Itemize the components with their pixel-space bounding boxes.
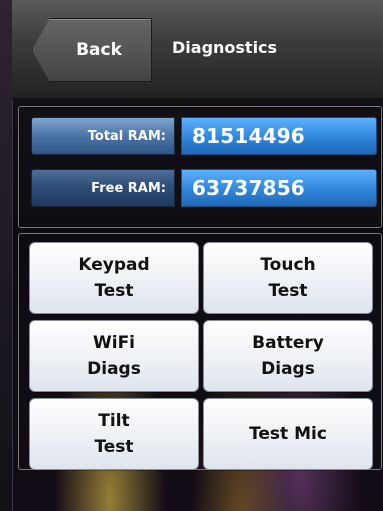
battery-diags-button[interactable]: Battery Diags xyxy=(203,320,373,392)
diagnostics-buttons-grid: Keypad Test Touch Test WiFi Diags Batter… xyxy=(18,233,382,470)
header-bar: Back Diagnostics xyxy=(12,0,383,99)
touch-test-line2: Test xyxy=(268,281,308,301)
keypad-test-line2: Test xyxy=(94,281,134,301)
back-button-label: Back xyxy=(76,40,122,60)
test-mic-label: Test Mic xyxy=(249,424,327,444)
wifi-diags-button[interactable]: WiFi Diags xyxy=(29,320,199,392)
ram-panel: Total RAM: 81514496 Free RAM: 63737856 xyxy=(18,106,382,228)
back-button[interactable]: Back xyxy=(32,18,152,82)
touch-test-line1: Touch xyxy=(260,255,316,275)
wifi-diags-line1: WiFi xyxy=(92,333,136,353)
tilt-test-line2: Test xyxy=(94,437,134,457)
free-ram-value: 63737856 xyxy=(181,169,377,207)
total-ram-row: Total RAM: 81514496 xyxy=(31,117,377,155)
keypad-test-line1: Keypad xyxy=(78,255,150,275)
touch-test-button[interactable]: Touch Test xyxy=(203,242,373,314)
battery-diags-line2: Diags xyxy=(261,359,315,379)
free-ram-label: Free RAM: xyxy=(31,169,175,207)
keypad-test-button[interactable]: Keypad Test xyxy=(29,242,199,314)
total-ram-label: Total RAM: xyxy=(31,117,175,155)
wifi-diags-line2: Diags xyxy=(87,359,141,379)
battery-diags-line1: Battery xyxy=(252,333,324,353)
page-title: Diagnostics xyxy=(172,38,278,57)
free-ram-row: Free RAM: 63737856 xyxy=(31,169,377,207)
tilt-test-line1: Tilt xyxy=(98,411,130,431)
test-mic-button[interactable]: Test Mic xyxy=(203,398,373,470)
tilt-test-button[interactable]: Tilt Test xyxy=(29,398,199,470)
total-ram-value: 81514496 xyxy=(181,117,377,155)
